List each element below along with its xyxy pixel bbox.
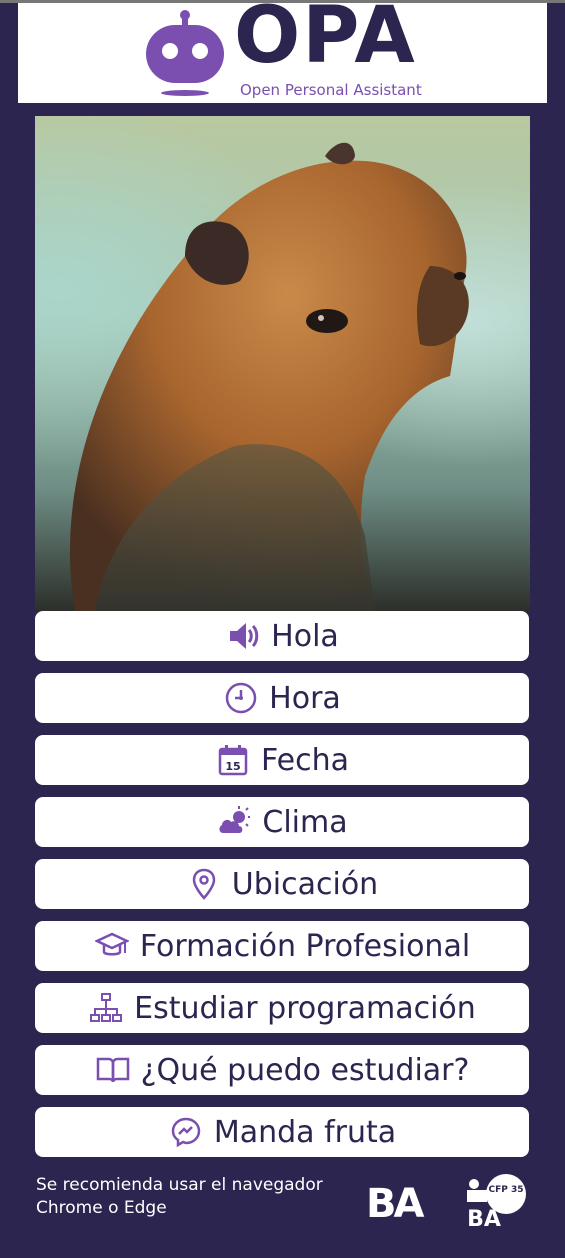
clima-label: Clima [262,804,348,840]
calendar-icon: 15 [215,742,251,778]
messenger-icon [168,1114,204,1150]
formacion-profesional-button[interactable]: Formación Profesional [35,921,529,971]
svg-text:15: 15 [225,760,240,773]
que-puedo-estudiar-label: ¿Qué puedo estudiar? [140,1052,470,1088]
recommendation-line-1: Se recomienda usar el navegador [36,1175,323,1195]
ubicacion-button[interactable]: Ubicación [35,859,529,909]
ba-logo: BA [366,1181,424,1227]
manda-fruta-label: Manda fruta [213,1114,397,1150]
cfp-logo-badge: BA [467,1207,501,1230]
cfp-logo-text: CFP 35 [488,1185,523,1195]
ubicacion-label: Ubicación [231,866,379,902]
sitemap-icon [88,990,124,1026]
estudiar-programacion-label: Estudiar programación [134,990,476,1026]
hola-button[interactable]: Hola [35,611,529,661]
clock-icon [223,680,259,716]
estudiar-programacion-button[interactable]: Estudiar programación [35,983,529,1033]
fecha-button[interactable]: 15 Fecha [35,735,529,785]
hora-label: Hora [269,680,341,716]
capybara-image [35,116,530,611]
graduation-cap-icon [94,928,130,964]
recommendation-line-2: Chrome o Edge [36,1198,167,1218]
cfp-35-logo-icon: CFP 35 BA [467,1174,526,1230]
app-subtitle: Open Personal Assistant [240,81,422,99]
weather-icon [216,804,252,840]
clima-button[interactable]: Clima [35,797,529,847]
browser-recommendation: Se recomienda usar el navegador Chrome o… [36,1174,346,1220]
book-icon [95,1052,131,1088]
formacion-profesional-label: Formación Profesional [139,928,471,964]
manda-fruta-button[interactable]: Manda fruta [35,1107,529,1157]
fecha-label: Fecha [261,742,349,778]
que-puedo-estudiar-button[interactable]: ¿Qué puedo estudiar? [35,1045,529,1095]
app-header: OPA Open Personal Assistant [18,0,547,103]
robot-logo-icon [146,10,224,96]
capybara-illustration [69,142,469,611]
volume-icon [225,618,261,654]
location-pin-icon [186,866,222,902]
app-title: OPA [234,0,417,81]
hola-label: Hola [271,618,339,654]
hora-button[interactable]: Hora [35,673,529,723]
